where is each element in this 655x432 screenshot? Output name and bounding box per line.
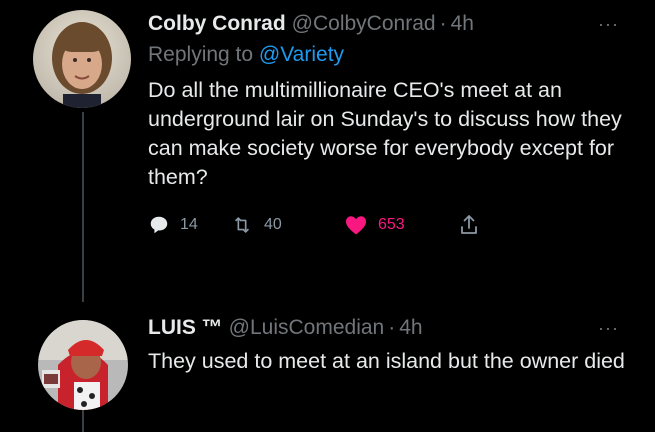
timestamp[interactable]: 4h [451, 12, 474, 36]
retweet-button[interactable]: 40 [230, 214, 344, 236]
tweet[interactable]: Colby Conrad @ColbyConrad · 4h ··· Reply… [148, 12, 635, 236]
tweet-header: LUIS ™ @LuisComedian · 4h [148, 316, 635, 340]
share-button[interactable] [459, 214, 479, 236]
username[interactable]: @ColbyConrad [292, 12, 436, 36]
retweet-icon [234, 217, 250, 233]
heart-icon [346, 216, 366, 235]
avatar[interactable] [33, 10, 131, 108]
reply-count: 14 [180, 216, 198, 233]
avatar[interactable] [38, 320, 128, 410]
like-count: 653 [378, 216, 405, 233]
more-icon[interactable]: ··· [598, 318, 619, 339]
reply-icon [150, 216, 168, 234]
tweet[interactable]: LUIS ™ @LuisComedian · 4h ··· They used … [148, 316, 635, 376]
separator-dot: · [439, 12, 447, 35]
mention-link[interactable]: @Variety [259, 43, 344, 66]
more-icon[interactable]: ··· [598, 14, 619, 35]
replying-to-label: Replying to [148, 43, 259, 66]
timestamp[interactable]: 4h [399, 316, 422, 340]
reply-button[interactable]: 14 [148, 214, 230, 236]
share-icon [461, 215, 477, 234]
separator-dot: · [388, 316, 396, 339]
avatar-photo [38, 320, 128, 410]
retweet-count: 40 [264, 216, 282, 233]
display-name[interactable]: Colby Conrad [148, 12, 286, 36]
tweet-header: Colby Conrad @ColbyConrad · 4h [148, 12, 635, 36]
tweet-text: They used to meet at an island but the o… [148, 349, 625, 373]
tweet-actions: 14 40 653 [148, 214, 635, 236]
thread-connector-line [82, 112, 84, 302]
avatar-photo [33, 10, 131, 108]
tweet-text: Do all the multimillionaire CEO's meet a… [148, 78, 622, 189]
replying-to: Replying to @Variety [148, 43, 635, 67]
display-name[interactable]: LUIS ™ [148, 316, 223, 340]
username[interactable]: @LuisComedian [229, 316, 385, 340]
like-button[interactable]: 653 [344, 214, 459, 236]
